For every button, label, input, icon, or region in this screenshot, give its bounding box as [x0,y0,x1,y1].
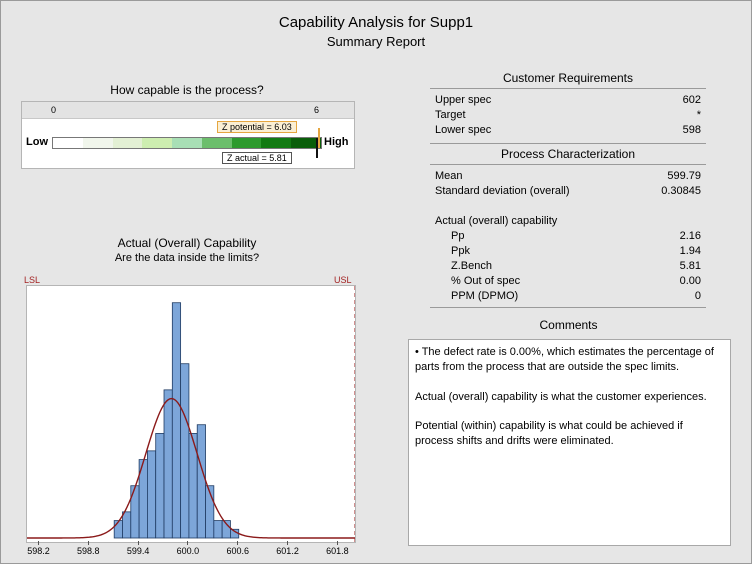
comments-box: • The defect rate is 0.00%, which estima… [408,339,731,546]
customer-requirements-table: Upper spec 602 Target * Lower spec 598 [435,93,701,138]
gauge-segment [82,138,113,148]
gauge-scale-bar [22,102,354,119]
row-value: 0.00 [679,275,701,287]
customer-requirement-row: Upper spec 602 [435,93,701,108]
capability-stat-row: PPM (DPMO) 0 [451,289,701,304]
histogram-bar [171,302,182,539]
histogram-panel [22,285,356,543]
capability-heading: Actual (overall) capability [435,215,558,227]
row-value: 0.30845 [661,185,701,197]
process-stat-row: Standard deviation (overall) 0.30845 [435,184,701,199]
x-tick-label: 600.0 [176,546,200,556]
gauge-scale-max: 6 [314,105,320,115]
comment-paragraph: Potential (within) capability is what co… [415,420,683,447]
gauge-segment [53,138,83,148]
x-tick-label: 601.8 [326,546,349,556]
histogram-bar [180,363,190,539]
gauge-segment [201,138,232,148]
row-value: 2.16 [679,230,701,242]
z-potential-label: Z potential = 6.03 [217,121,297,133]
report-title: Capability Analysis for Supp1 [278,14,474,31]
capability-gauge: 0 6 Low High Z potential = 6.03 Z actual… [21,101,355,169]
row-label: Pp [451,230,465,242]
row-label: Z.Bench [451,260,492,272]
gauge-segment [112,138,143,148]
row-value: 5.81 [679,260,701,272]
divider [430,88,706,89]
capability-chart-subtitle: Are the data inside the limits? [114,252,260,264]
x-tick-mark [87,541,89,545]
comment-paragraph: • The defect rate is 0.00%, which estima… [415,346,714,373]
usl-label: USL [334,275,352,285]
gauge-scale-min: 0 [51,105,57,115]
gauge-title: How capable is the process? [110,83,264,97]
x-tick-label: 600.6 [226,546,249,556]
gauge-segment [142,138,173,148]
process-characterization-title: Process Characterization [500,147,636,161]
gauge-high-label: High [324,136,349,148]
histogram-bar [196,424,206,539]
process-stat-row: Mean 599.79 [435,169,701,184]
actual-capability-table: Pp 2.16 Ppk 1.94 Z.Bench 5.81 % Out of spec 0.0… [451,229,701,304]
capability-stat-row: Pp 2.16 [451,229,701,244]
divider [430,164,706,165]
row-label: Ppk [451,245,470,257]
x-tick-label: 601.2 [276,546,299,556]
histogram-bar [122,511,132,539]
gauge-color-strip [52,137,322,149]
x-tick-mark [336,541,338,545]
row-value: 0 [694,290,701,302]
row-value: * [696,109,701,121]
capability-chart-title: Actual (Overall) Capability [117,236,257,250]
x-tick-mark [287,541,289,545]
report-subtitle: Summary Report [326,34,426,49]
process-characterization-table: Mean 599.79 Standard deviation (overall) 0.… [435,169,701,199]
x-tick-mark [137,541,139,545]
histogram-bar [113,520,123,539]
row-value: 599.79 [667,170,701,182]
histogram-bar [147,450,157,539]
row-label: Target [435,109,466,121]
customer-requirement-row: Target * [435,108,701,123]
gauge-segment [261,138,292,148]
row-label: Standard deviation (overall) [435,185,570,197]
x-tick-mark [37,541,39,545]
divider [430,143,706,144]
row-label: PPM (DPMO) [451,290,519,302]
capability-histogram [22,286,356,542]
row-label: % Out of spec [451,275,521,287]
histogram-bar [163,389,173,539]
row-value: 598 [682,124,701,136]
x-tick-mark [237,541,239,545]
row-label: Lower spec [435,124,492,136]
lsl-label: LSL [24,275,41,285]
gauge-low-label: Low [26,136,48,148]
gauge-segment [231,138,262,148]
row-label: Mean [435,170,463,182]
x-tick-label: 599.4 [126,546,150,556]
x-tick-label: 598.2 [27,546,50,556]
capability-stat-row: Ppk 1.94 [451,244,701,259]
z-potential-marker [318,128,320,148]
row-value: 1.94 [679,245,701,257]
z-actual-marker [316,138,318,158]
divider [430,307,706,308]
comment-paragraph: Actual (overall) capability is what the … [415,391,707,403]
histogram-bar [213,520,223,539]
comments-title: Comments [539,318,598,332]
capability-stat-row: % Out of spec 0.00 [451,274,701,289]
row-value: 602 [682,94,701,106]
customer-requirements-title: Customer Requirements [502,71,634,85]
row-label: Upper spec [435,94,492,106]
z-actual-label: Z actual = 5.81 [222,152,292,164]
x-tick-label: 598.8 [77,546,100,556]
customer-requirement-row: Lower spec 598 [435,123,701,138]
gauge-segment [172,138,202,148]
x-tick-mark [187,541,189,545]
histogram-bar [155,433,165,539]
capability-stat-row: Z.Bench 5.81 [451,259,701,274]
